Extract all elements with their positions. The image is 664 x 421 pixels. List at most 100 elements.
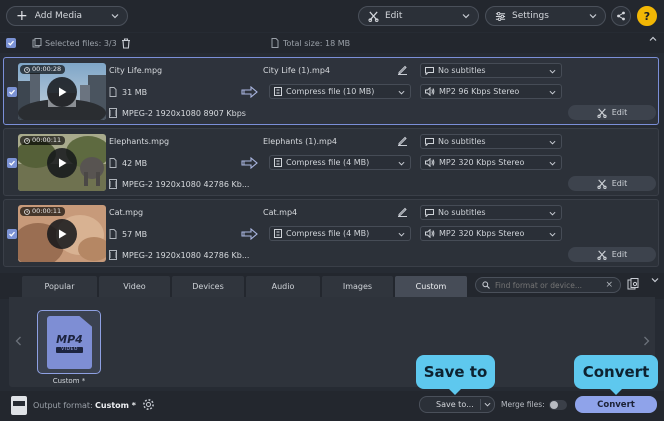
tab-audio[interactable]: Audio [246, 276, 320, 297]
tab-custom[interactable]: Custom [395, 276, 467, 297]
play-icon [59, 158, 67, 168]
file-checkbox[interactable] [7, 229, 17, 239]
audio-value: MP2 96 Kbps Stereo [439, 87, 520, 96]
video-thumbnail[interactable]: 00:00:11 [18, 134, 106, 191]
add-media-button[interactable]: + Add Media [6, 6, 128, 26]
play-button[interactable] [47, 77, 77, 107]
chevron-down-icon [549, 68, 556, 75]
file-edit-button[interactable]: Edit [568, 176, 656, 191]
mp4-format-icon: MP4 VIDEO [47, 316, 92, 369]
edit-menu-button[interactable]: Edit [358, 6, 479, 26]
compress-icon [274, 158, 282, 167]
output-format-value: Custom * [95, 401, 136, 410]
output-format-label: Output format: [33, 401, 93, 410]
merge-files-toggle[interactable] [549, 400, 567, 410]
file-edit-label: Edit [611, 179, 628, 188]
scissors-icon [597, 178, 607, 189]
save-to-callout-text: Save to [423, 363, 488, 381]
file-size: 57 MB [122, 230, 148, 239]
subtitles-dropdown[interactable]: No subtitles [420, 63, 562, 78]
callout-pointer [610, 389, 622, 395]
subtitles-dropdown[interactable]: No subtitles [420, 134, 562, 149]
format-tile-mp4[interactable]: MP4 VIDEO [37, 310, 101, 374]
file-edit-button[interactable]: Edit [568, 105, 656, 120]
duration-text: 00:00:11 [32, 207, 62, 215]
collapse-panel-icon[interactable] [651, 276, 659, 284]
chevron-down-icon[interactable] [484, 401, 491, 408]
codec-info: MPEG-2 1920x1080 42786 Kb... [122, 251, 250, 260]
settings-menu-button[interactable]: Settings [485, 6, 606, 26]
compress-dropdown[interactable]: Compress file (4 MB) [269, 155, 411, 170]
file-checkbox[interactable] [7, 87, 17, 97]
tab-video[interactable]: Video [99, 276, 170, 297]
file-row-elephants[interactable]: 00:00:11 Elephants.mpg 42 MB MPEG-2 1920… [3, 128, 659, 196]
rename-pencil-icon[interactable] [397, 206, 408, 217]
tab-images[interactable]: Images [322, 276, 393, 297]
tab-devices[interactable]: Devices [172, 276, 244, 297]
tab-label: Video [123, 282, 146, 291]
audio-dropdown[interactable]: MP2 320 Kbps Stereo [420, 226, 562, 241]
callout-pointer [449, 389, 461, 395]
file-checkbox[interactable] [7, 158, 17, 168]
duration-badge: 00:00:28 [20, 65, 66, 74]
select-all-checkbox[interactable] [6, 38, 16, 48]
tab-popular[interactable]: Popular [22, 276, 97, 297]
audio-dropdown[interactable]: MP2 320 Kbps Stereo [420, 155, 562, 170]
tab-label: Devices [192, 282, 224, 291]
film-icon [109, 108, 117, 118]
clock-icon [24, 137, 30, 144]
help-button[interactable]: ? [637, 6, 657, 26]
format-search-input[interactable] [495, 280, 605, 290]
clear-search-icon[interactable]: × [605, 280, 613, 290]
gear-icon[interactable] [142, 398, 155, 411]
scroll-right-icon[interactable] [643, 336, 650, 346]
scroll-up-icon[interactable] [649, 35, 657, 43]
output-file-name: Elephants (1).mp4 [263, 137, 338, 146]
chevron-down-icon [549, 89, 556, 96]
video-thumbnail[interactable]: 00:00:11 [18, 205, 106, 262]
mp4-badge-text: MP4 [56, 333, 83, 346]
compress-icon [274, 87, 282, 96]
save-to-button[interactable]: Save to... [419, 396, 495, 413]
format-library-button[interactable] [627, 278, 641, 292]
video-thumbnail[interactable]: 00:00:28 [18, 63, 106, 120]
audio-value: MP2 320 Kbps Stereo [439, 229, 525, 238]
file-row-cat[interactable]: 00:00:11 Cat.mpg 57 MB MPEG-2 1920x1080 … [3, 199, 659, 267]
chevron-down-icon [398, 89, 405, 96]
rename-pencil-icon[interactable] [397, 135, 408, 146]
format-search-box[interactable]: × [475, 277, 621, 293]
tab-label: Custom [415, 282, 447, 291]
output-file-name: Cat.mp4 [263, 208, 298, 217]
play-button[interactable] [47, 219, 77, 249]
subtitles-value: No subtitles [438, 137, 486, 146]
compress-dropdown[interactable]: Compress file (4 MB) [269, 226, 411, 241]
selected-files-count: Selected files: 3/3 [45, 39, 117, 48]
merge-files-label: Merge files: [501, 400, 545, 409]
convert-label: Convert [597, 399, 635, 410]
tab-label: Popular [44, 282, 75, 291]
play-icon [59, 87, 67, 97]
input-file-name: Cat.mpg [109, 208, 144, 217]
file-size-icon [109, 87, 117, 97]
file-row-city-life[interactable]: 00:00:28 City Life.mpg 31 MB MPEG-2 1920… [3, 57, 659, 125]
subtitles-dropdown[interactable]: No subtitles [420, 205, 562, 220]
settings-menu-label: Settings [512, 11, 549, 21]
plus-icon: + [16, 8, 28, 24]
file-edit-button[interactable]: Edit [568, 247, 656, 262]
format-library-icon [627, 278, 641, 290]
codec-info: MPEG-2 1920x1080 8907 Kbps [122, 109, 246, 118]
share-button[interactable] [611, 6, 631, 26]
convert-arrow-icon [241, 86, 259, 98]
subtitles-value: No subtitles [438, 208, 486, 217]
clock-icon [24, 66, 30, 73]
mp4-sub: VIDEO [56, 347, 83, 353]
film-icon [109, 179, 117, 189]
audio-dropdown[interactable]: MP2 96 Kbps Stereo [420, 84, 562, 99]
trash-icon[interactable] [121, 38, 131, 49]
compress-dropdown[interactable]: Compress file (10 MB) [269, 84, 411, 99]
scroll-left-icon[interactable] [15, 336, 22, 346]
chevron-down-icon [398, 160, 405, 167]
convert-button[interactable]: Convert [575, 396, 657, 413]
rename-pencil-icon[interactable] [397, 64, 408, 75]
play-button[interactable] [47, 148, 77, 178]
